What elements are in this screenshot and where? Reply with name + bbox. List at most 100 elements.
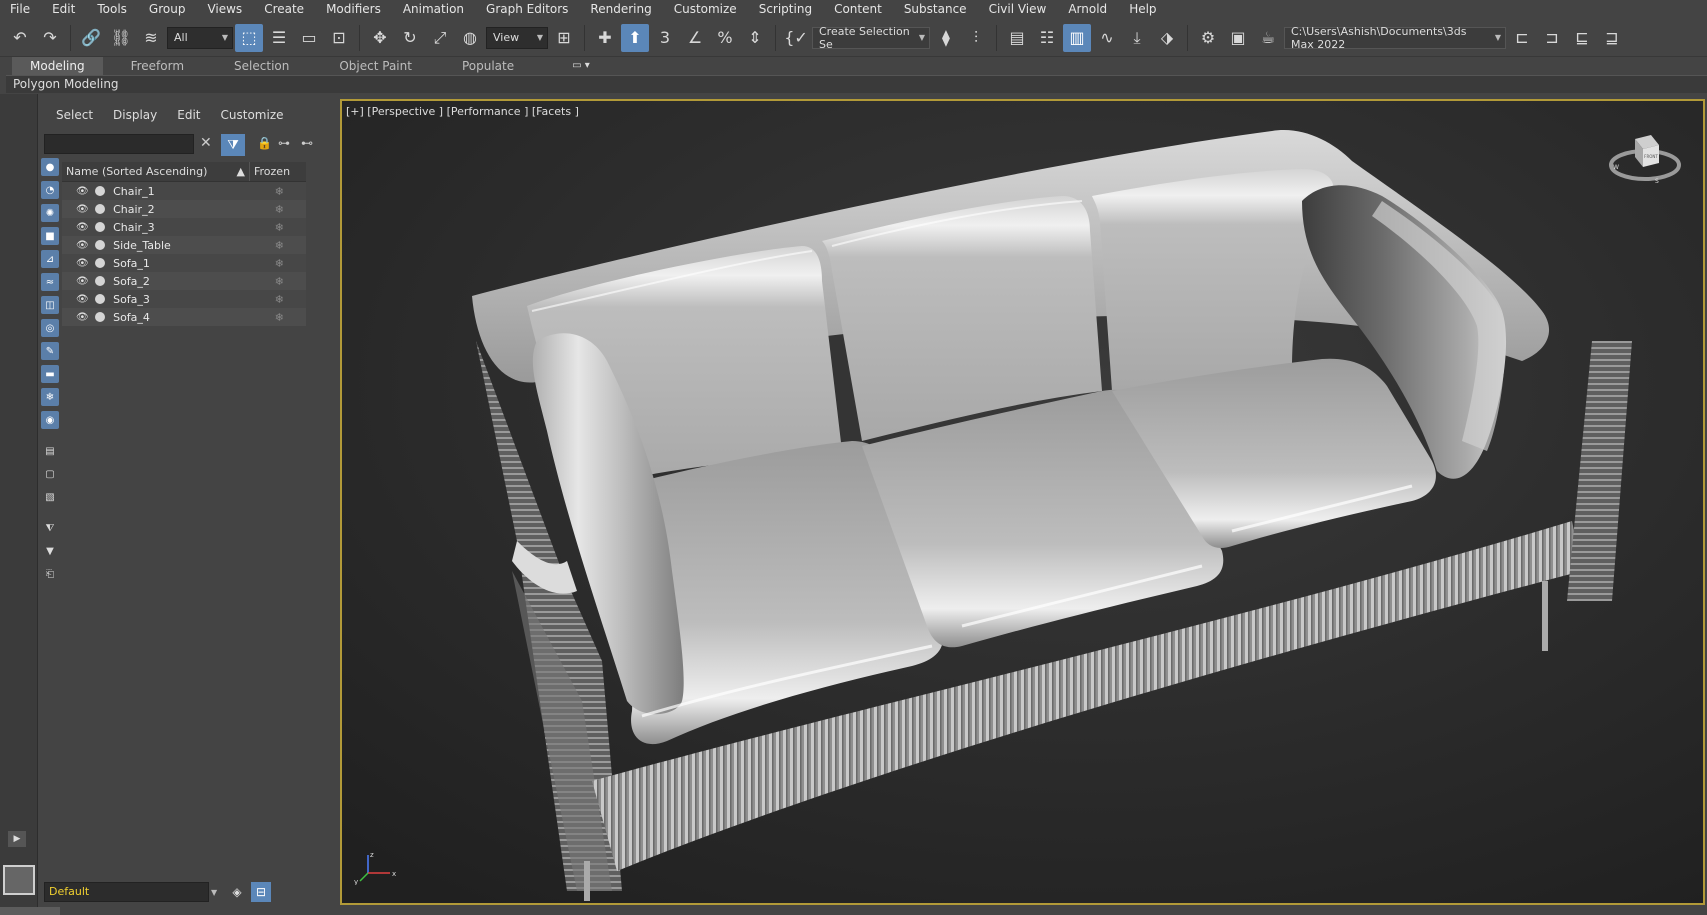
link-icon[interactable]: 🔗	[77, 24, 105, 52]
scene-menu-edit[interactable]: Edit	[177, 108, 200, 122]
cameras-filter-icon[interactable]: ■	[41, 227, 59, 245]
display-none-icon[interactable]: ▢	[41, 465, 59, 483]
ribbon-options-icon[interactable]: ▭ ▾	[572, 57, 590, 75]
render-dot-icon[interactable]	[95, 222, 106, 232]
table-row[interactable]: 👁 Chair_3 ❄	[62, 218, 306, 236]
tab-populate[interactable]: Populate	[440, 57, 536, 75]
menu-civil-view[interactable]: Civil View	[989, 0, 1047, 18]
tab-modeling[interactable]: Modeling	[12, 57, 103, 75]
viewport-label[interactable]: [+] [Perspective ] [Performance ] [Facet…	[346, 105, 579, 118]
menu-group[interactable]: Group	[149, 0, 186, 18]
menu-help[interactable]: Help	[1129, 0, 1156, 18]
table-row[interactable]: 👁 Sofa_1 ❄	[62, 254, 306, 272]
project-more-icon[interactable]: ⊒	[1598, 24, 1626, 52]
rectangular-selection-icon[interactable]: ▭	[295, 24, 323, 52]
scene-menu-select[interactable]: Select	[56, 108, 93, 122]
rotate-icon[interactable]: ↻	[396, 24, 424, 52]
eye-icon[interactable]: 👁	[76, 258, 95, 269]
menu-file[interactable]: File	[10, 0, 30, 18]
name-column-header[interactable]: Name (Sorted Ascending) ▲	[62, 162, 250, 181]
toggle-ribbon-icon[interactable]: ▥	[1063, 23, 1091, 52]
project-browse-icon[interactable]: ⊏	[1508, 24, 1536, 52]
lock-icon[interactable]: 🔒	[257, 136, 272, 150]
mirror-icon[interactable]: ⧫	[932, 24, 960, 52]
curve-editor-icon[interactable]: ∿	[1093, 24, 1121, 52]
redo-icon[interactable]: ↷	[36, 24, 64, 52]
schematic-view-icon[interactable]: ⤓	[1123, 24, 1151, 52]
hidden-filter-icon[interactable]: ◉	[41, 411, 59, 429]
eye-icon[interactable]: 👁	[76, 294, 95, 305]
freeze-snowflake-icon[interactable]: ❄	[253, 311, 306, 324]
display-all-icon[interactable]: ▤	[41, 442, 59, 460]
menu-views[interactable]: Views	[207, 0, 242, 18]
placement-icon[interactable]: ◍	[456, 24, 484, 52]
scale-icon[interactable]: ⤢	[426, 24, 454, 52]
pivot-center-icon[interactable]: ⊞	[550, 24, 578, 52]
eye-icon[interactable]: 👁	[76, 222, 95, 233]
hierarchy-icon[interactable]: ⊶	[278, 136, 290, 150]
menu-content[interactable]: Content	[834, 0, 882, 18]
freeze-snowflake-icon[interactable]: ❄	[253, 275, 306, 288]
space-warps-filter-icon[interactable]: ≈	[41, 273, 59, 291]
menu-rendering[interactable]: Rendering	[590, 0, 651, 18]
toggle-layer-explorer-icon[interactable]: ☷	[1033, 24, 1061, 52]
object-name[interactable]: Sofa_4	[113, 311, 252, 324]
scene-explorer-toggle-icon[interactable]: ⊟	[251, 882, 271, 902]
object-name[interactable]: Chair_1	[113, 185, 252, 198]
table-row[interactable]: 👁 Sofa_4 ❄	[62, 308, 306, 326]
menu-modifiers[interactable]: Modifiers	[326, 0, 381, 18]
bones-filter-icon[interactable]: ✎	[41, 342, 59, 360]
freeze-snowflake-icon[interactable]: ❄	[253, 239, 306, 252]
eye-icon[interactable]: 👁	[76, 312, 95, 323]
scene-search-input[interactable]	[44, 134, 194, 154]
angle-snap-icon[interactable]: ∠	[681, 24, 709, 52]
scene-menu-customize[interactable]: Customize	[221, 108, 284, 122]
containers-filter-icon[interactable]: ▬	[41, 365, 59, 383]
table-row[interactable]: 👁 Chair_1 ❄	[62, 182, 306, 200]
object-name[interactable]: Side_Table	[113, 239, 252, 252]
render-setup-icon[interactable]: ⚙	[1194, 24, 1222, 52]
percent-snap-icon[interactable]: %	[711, 24, 739, 52]
render-dot-icon[interactable]	[95, 240, 106, 250]
scene-menu-display[interactable]: Display	[113, 108, 157, 122]
table-row[interactable]: 👁 Chair_2 ❄	[62, 200, 306, 218]
tab-object-paint[interactable]: Object Paint	[317, 57, 434, 75]
table-row[interactable]: 👁 Sofa_3 ❄	[62, 290, 306, 308]
project-folder-dropdown[interactable]: C:\Users\Ashish\Documents\3ds Max 2022 ▼	[1284, 25, 1506, 51]
layer-color-swatch[interactable]	[3, 865, 35, 895]
render-dot-icon[interactable]	[95, 294, 106, 304]
filter-icon[interactable]: ⧩	[221, 134, 245, 156]
groups-filter-icon[interactable]: ◫	[41, 296, 59, 314]
object-name[interactable]: Chair_2	[113, 203, 252, 216]
polygon-modeling-panel-label[interactable]: Polygon Modeling	[6, 76, 1707, 93]
eye-icon[interactable]: 👁	[76, 186, 95, 197]
object-name[interactable]: Sofa_3	[113, 293, 252, 306]
menu-substance[interactable]: Substance	[904, 0, 967, 18]
table-row[interactable]: 👁 Side_Table ❄	[62, 236, 306, 254]
xrefs-filter-icon[interactable]: ◎	[41, 319, 59, 337]
reference-coordinate-dropdown[interactable]: View ▼	[486, 26, 548, 49]
menu-customize[interactable]: Customize	[674, 0, 737, 18]
perspective-viewport[interactable]: [+] [Perspective ] [Performance ] [Facet…	[340, 99, 1705, 905]
select-object-icon[interactable]: ⬚	[235, 23, 263, 52]
edit-named-selection-icon[interactable]: {✓	[782, 24, 810, 52]
freeze-snowflake-icon[interactable]: ❄	[253, 185, 306, 198]
eye-icon[interactable]: 👁	[76, 204, 95, 215]
eye-icon[interactable]: 👁	[76, 240, 95, 251]
tab-selection[interactable]: Selection	[212, 57, 311, 75]
rendered-frame-window-icon[interactable]: ▣	[1224, 24, 1252, 52]
undo-icon[interactable]: ↶	[6, 24, 34, 52]
project-create-icon[interactable]: ⊐	[1538, 24, 1566, 52]
frozen-column-header[interactable]: Frozen	[250, 162, 306, 181]
material-editor-icon[interactable]: ⬗	[1153, 24, 1181, 52]
bind-space-warp-icon[interactable]: ≋	[137, 24, 165, 52]
object-name[interactable]: Chair_3	[113, 221, 252, 234]
project-edit-icon[interactable]: ⊑	[1568, 24, 1596, 52]
lights-filter-icon[interactable]: ✺	[41, 204, 59, 222]
tab-freeform[interactable]: Freeform	[109, 57, 206, 75]
render-dot-icon[interactable]	[95, 276, 106, 286]
freeze-snowflake-icon[interactable]: ❄	[253, 203, 306, 216]
freeze-snowflake-icon[interactable]: ❄	[253, 293, 306, 306]
object-name[interactable]: Sofa_2	[113, 275, 252, 288]
expand-panel-icon[interactable]: ▶	[8, 831, 26, 847]
